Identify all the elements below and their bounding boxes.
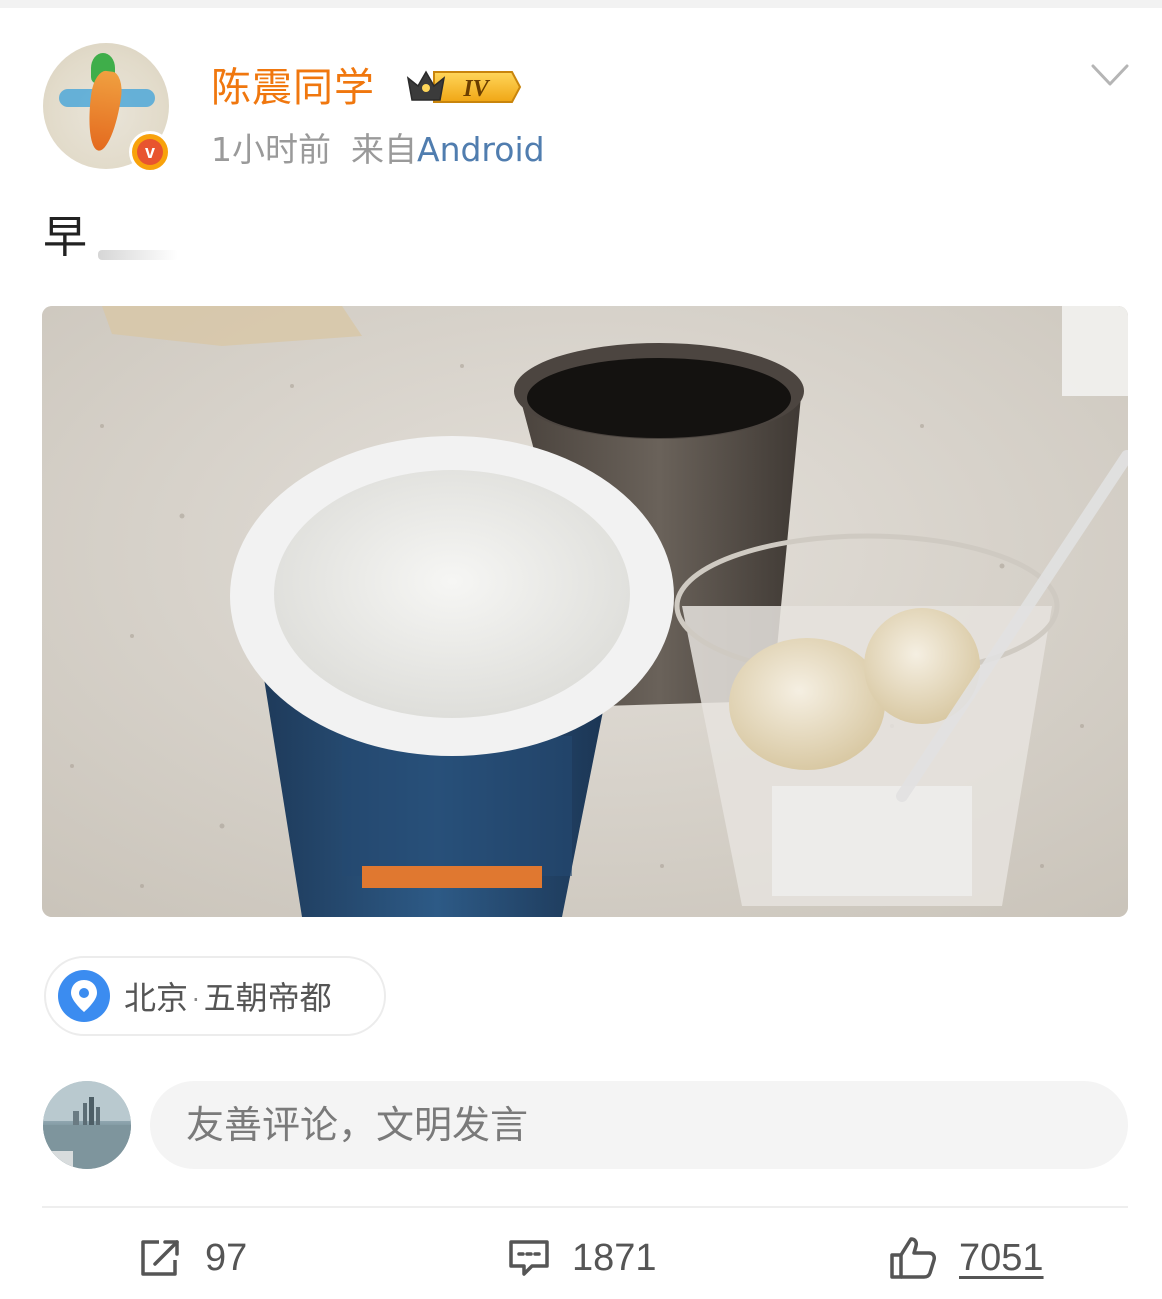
comment-count: 1871 <box>572 1236 657 1279</box>
current-user-avatar[interactable] <box>43 1081 131 1169</box>
location-tag[interactable]: 北京 · 五朝帝都 <box>44 956 386 1036</box>
comment-bubble-icon <box>509 1240 549 1276</box>
source-prefix: 来自 <box>351 130 417 169</box>
text-trail <box>98 250 178 260</box>
source-app[interactable]: Android <box>417 130 545 169</box>
like-button[interactable]: 7051 <box>889 1228 1044 1288</box>
post-photo[interactable] <box>42 306 1128 917</box>
photo-illustration <box>42 306 1128 917</box>
repost-count: 97 <box>205 1236 248 1279</box>
author-avatar[interactable]: v <box>43 43 171 173</box>
post-text: 早 <box>43 212 87 263</box>
chevron-down-icon[interactable] <box>1090 62 1130 90</box>
like-count: 7051 <box>959 1236 1044 1279</box>
location-separator: · <box>192 986 200 1014</box>
top-divider <box>0 0 1162 8</box>
action-divider <box>42 1206 1128 1208</box>
comment-button[interactable]: 1871 <box>508 1228 657 1288</box>
share-out-icon <box>141 1240 179 1276</box>
post-time: 1小时前 <box>211 130 331 169</box>
location-city: 北京 <box>124 979 189 1017</box>
repost-button[interactable]: 97 <box>139 1228 247 1288</box>
vip-level-text: IV <box>462 76 490 102</box>
post-meta: 1小时前 来自Android <box>211 128 545 172</box>
location-description: 五朝帝都 <box>203 979 332 1017</box>
verified-v-icon: v <box>129 131 171 173</box>
location-label: 北京 · 五朝帝都 <box>124 973 332 1019</box>
location-pin-icon <box>58 970 110 1022</box>
author-name[interactable]: 陈震同学 <box>211 62 375 114</box>
comment-input[interactable] <box>150 1081 1128 1169</box>
thumbs-up-icon <box>890 1237 936 1279</box>
crown-vip-icon[interactable]: IV <box>404 66 522 108</box>
